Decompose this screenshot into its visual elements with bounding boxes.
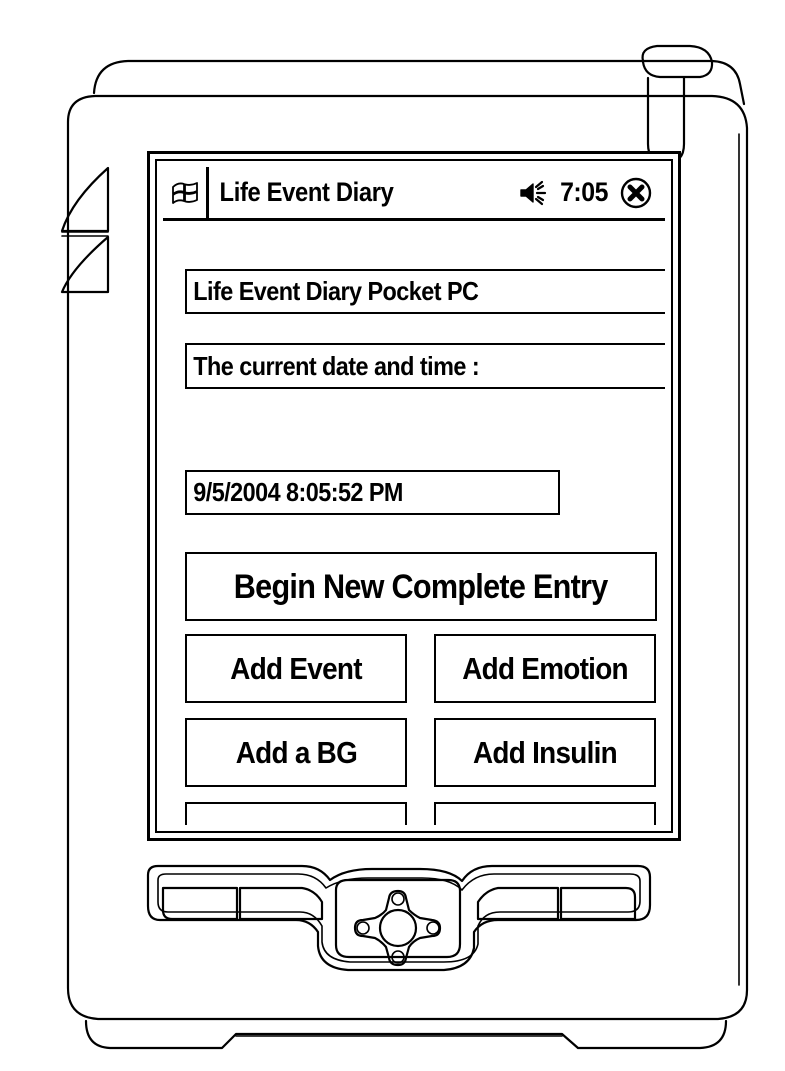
- screen-display: Life Event Diary 7:05 Life Event Diary P…: [163, 167, 665, 825]
- begin-entry-label: Begin New Complete Entry: [234, 567, 609, 606]
- app-button-left-1: [163, 888, 237, 919]
- add-carbs-button[interactable]: Add Carbs: [185, 802, 407, 825]
- datetime-label-field: The current date and time :: [185, 343, 665, 389]
- app-content-area: Life Event Diary Pocket PC The current d…: [163, 221, 665, 825]
- begin-new-complete-entry-button[interactable]: Begin New Complete Entry: [185, 552, 657, 621]
- clock-display: 7:05: [560, 177, 608, 207]
- app-title-text: Life Event Diary Pocket PC: [193, 276, 479, 306]
- nav-pad-center-button: [380, 910, 416, 946]
- add-event-label: Add Event: [230, 651, 362, 686]
- windows-flag-icon: [169, 179, 201, 207]
- add-insulin-label: Add Insulin: [473, 735, 618, 770]
- close-x-icon[interactable]: [619, 176, 653, 210]
- add-emotion-label: Add Emotion: [462, 651, 628, 686]
- app-button-right-2: [561, 888, 635, 919]
- add-event-button[interactable]: Add Event: [185, 634, 407, 703]
- datetime-label-text: The current date and time :: [193, 350, 480, 381]
- add-carbs-label: Add Carbs: [229, 821, 364, 825]
- datetime-value-text: 9/5/2004 8:05:52 PM: [193, 477, 403, 507]
- add-bg-label: Add a BG: [235, 735, 357, 770]
- add-insulin-button[interactable]: Add Insulin: [434, 718, 656, 787]
- start-menu-button[interactable]: [163, 167, 209, 218]
- refresh-time-button[interactable]: Refresh Time: [434, 802, 656, 825]
- window-title: Life Event Diary: [219, 177, 394, 207]
- screen-bezel-inner: Life Event Diary 7:05 Life Event Diary P…: [155, 159, 673, 833]
- app-title-field: Life Event Diary Pocket PC: [185, 269, 665, 314]
- device-base-foot: [86, 1021, 726, 1048]
- add-emotion-button[interactable]: Add Emotion: [434, 634, 656, 703]
- nav-pad-left-dot: [357, 922, 369, 934]
- device-top-lip: [94, 61, 744, 104]
- nav-pad-right-dot: [427, 922, 439, 934]
- title-bar-status-area: 7:05: [519, 176, 665, 210]
- nav-pad-up-dot: [392, 893, 404, 905]
- add-a-bg-button[interactable]: Add a BG: [185, 718, 407, 787]
- screen-bezel: Life Event Diary 7:05 Life Event Diary P…: [147, 151, 681, 841]
- refresh-time-label: Refresh Time: [461, 821, 629, 825]
- title-bar: Life Event Diary 7:05: [163, 167, 665, 221]
- speaker-icon[interactable]: [519, 180, 549, 206]
- datetime-value-field[interactable]: 9/5/2004 8:05:52 PM: [185, 470, 560, 515]
